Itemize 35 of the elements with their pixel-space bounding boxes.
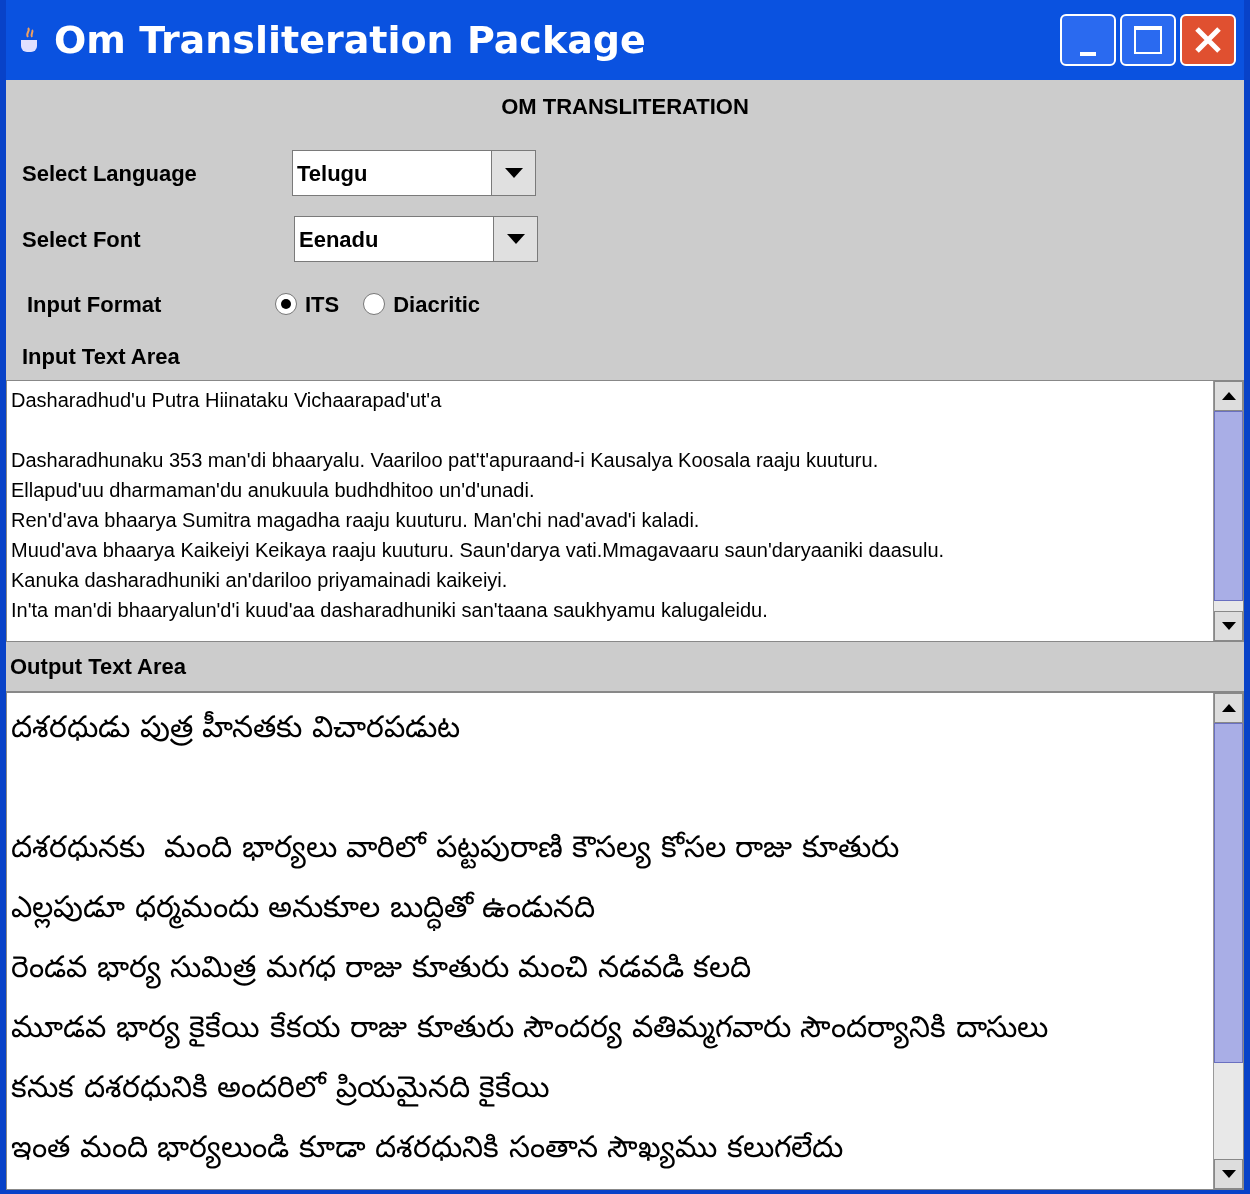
window-title: Om Transliteration Package [54,16,646,64]
field-label: Select Language [22,159,198,188]
dropdown-value: Eenadu [298,225,380,254]
scroll-thumb[interactable] [1214,723,1243,1063]
scroll-up-button[interactable] [1214,693,1243,723]
radio-button[interactable] [275,293,297,315]
radio-button[interactable] [363,293,386,315]
text-line: ఇంత మంది భార్యలుండి కూడా దశరధునికి సంతాన సౌఖ్యము కలుగలేదు [11,1117,1209,1177]
close-icon [1193,25,1223,55]
text-line: దశరధునకు మంది భార్యలు వారిలో పట్టపురాణి కౌసల్య కోసల రాజు కూతురు [11,817,1209,877]
radio-option[interactable]: Diacritic [363,287,481,321]
text-line: మూడవ భార్య కైకేయి కేకయ రాజు కూతురు సౌందర్య వతిమ్మగవారు సౌందర్యానికి దాసులు [11,997,1209,1057]
heading: OM TRANSLITERATION [500,93,750,120]
minimize-button[interactable] [1060,14,1116,66]
section-label: Input Text Area [21,343,181,371]
dropdown[interactable]: Telugu [292,150,536,196]
up-arrow-icon [1221,704,1236,712]
close-button[interactable] [1180,14,1236,66]
maximize-button[interactable] [1120,14,1176,66]
dropdown[interactable]: Eenadu [294,216,538,262]
caret-icon [506,234,525,244]
dropdown-arrow-button[interactable] [491,151,535,195]
text-line: రెండవ భార్య సుమిత్ర మగధ రాజు కూతురు మంచి నడవడి కలది [11,937,1209,997]
radio-option[interactable]: ITS [275,287,340,321]
text-line: దశరధుడు పుత్ర హీనతకు విచారపడుట [11,708,461,748]
down-arrow-icon [1221,1170,1236,1178]
text-line: ఎల్లపుడూ ధర్మమందు అనుకూల బుద్ధితో ఉండునది [11,877,1209,937]
dropdown-arrow-button[interactable] [493,217,537,261]
caret-icon [504,168,523,178]
field-label: Select Font [22,225,142,254]
dropdown-value: Telugu [296,159,369,188]
text-line: కనుక దశరధునికి అందరిలో ప్రియమైనది కైకేయి [11,1057,1209,1117]
scrollbar[interactable] [1213,693,1243,1189]
field-label: Input Format [27,290,163,319]
scroll-down-button[interactable] [1214,1159,1243,1189]
